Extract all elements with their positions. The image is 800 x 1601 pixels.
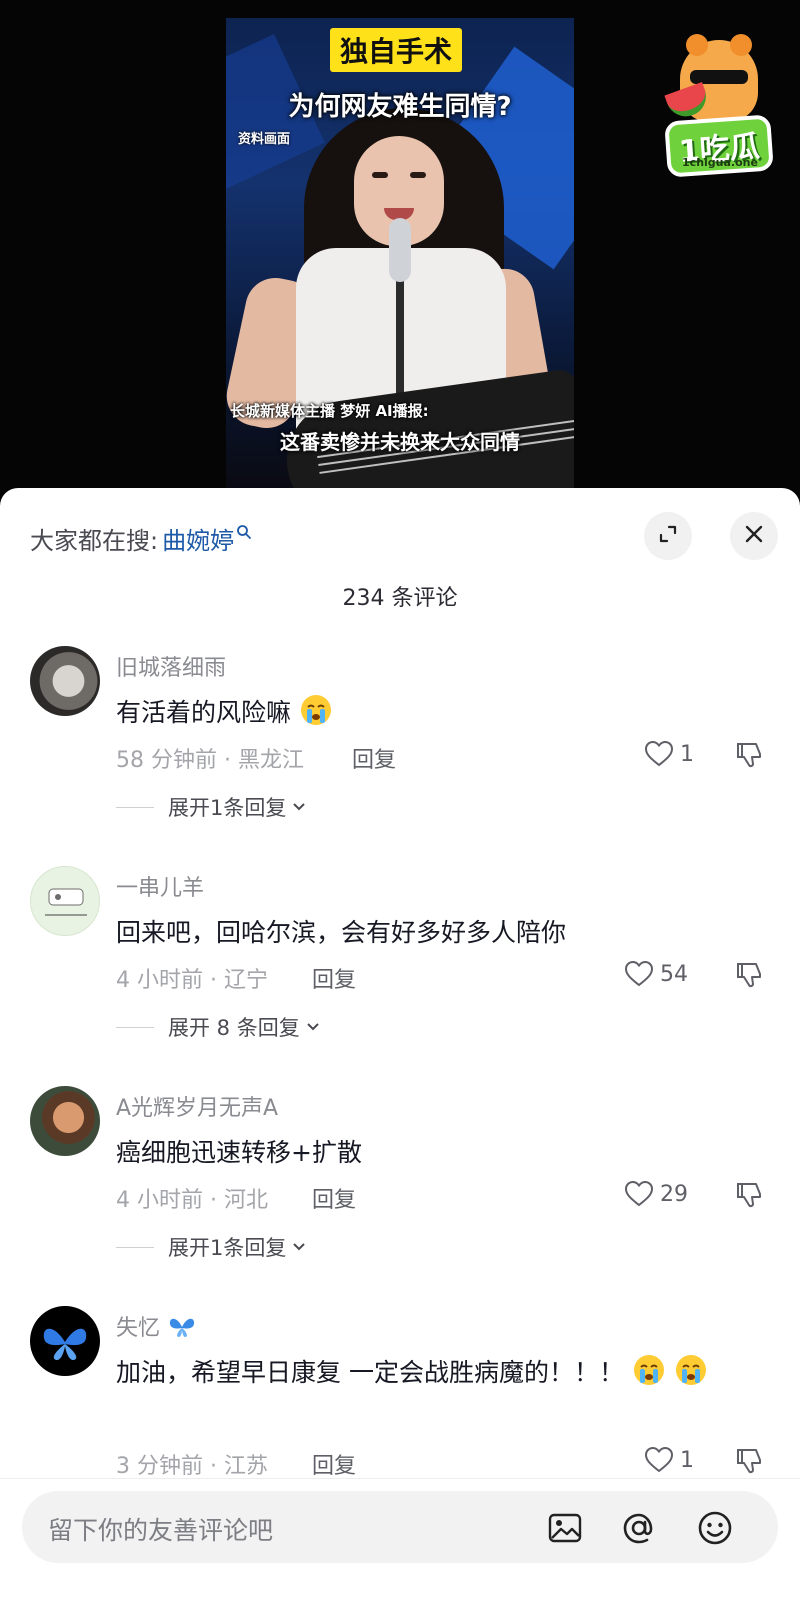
heart-icon xyxy=(644,740,674,767)
video-frame: 独自手术 为何网友难生同情? 资料画面 长城新媒体主播 梦妍 AI播报: 这番卖… xyxy=(226,18,574,488)
expand-replies[interactable]: 展开1条回复 xyxy=(116,1232,306,1262)
comment-count: 234 条评论 xyxy=(342,586,458,611)
heart-icon xyxy=(624,1180,654,1207)
fullscreen-button[interactable] xyxy=(644,512,692,560)
comment-meta: 58 分钟前 · 黑龙江 xyxy=(116,748,304,773)
chevron-down-icon xyxy=(293,803,306,811)
trending-search-label: 大家都在搜: xyxy=(30,526,159,555)
crying-emoji-icon xyxy=(300,695,331,725)
thumbs-down-icon xyxy=(737,1449,761,1474)
thumbs-down-icon xyxy=(737,743,761,768)
close-icon xyxy=(742,522,766,550)
thumbs-down-icon xyxy=(737,963,761,988)
expand-replies[interactable]: 展开1条回复 xyxy=(116,792,306,822)
comment-meta: 4 小时前 · 辽宁 xyxy=(116,968,268,993)
thumbs-down-icon xyxy=(737,1183,761,1208)
reply-button[interactable]: 回复 xyxy=(312,1182,356,1214)
expand-replies-label: 展开1条回复 xyxy=(168,1236,287,1260)
avatar[interactable] xyxy=(30,646,100,716)
fullscreen-icon xyxy=(656,522,680,550)
like-button[interactable]: 1 xyxy=(644,1446,694,1474)
expand-replies[interactable]: 展开 8 条回复 xyxy=(116,1012,320,1042)
like-count: 54 xyxy=(660,961,688,987)
comment-input-bar: 留下你的友善评论吧 xyxy=(0,1478,800,1601)
comments-sheet: 大家都在搜: 曲婉婷 234 条评论 旧城落细雨 有活着的风险嘛 58 分钟前 … xyxy=(0,488,800,1601)
comment-text: 有活着的风险嘛 xyxy=(116,690,756,736)
comment-text: 加油，希望早日康复 一定会战胜病魔的！！！ xyxy=(116,1350,756,1396)
heart-icon xyxy=(644,1446,674,1473)
comment-author[interactable]: 旧城落细雨 xyxy=(116,650,226,682)
watermelon-slice xyxy=(664,82,712,122)
crying-emoji-icon xyxy=(675,1355,706,1385)
like-button[interactable]: 29 xyxy=(624,1180,688,1208)
reply-button[interactable]: 回复 xyxy=(312,962,356,994)
caption-line2: 这番卖惨并未换来大众同情 xyxy=(280,430,520,454)
search-icon xyxy=(236,518,252,546)
like-button[interactable]: 1 xyxy=(644,740,694,768)
caption-line1: 长城新媒体主播 梦妍 AI播报: xyxy=(230,402,429,420)
butterfly-emoji-icon xyxy=(169,1318,195,1337)
avatar[interactable] xyxy=(30,866,100,936)
dislike-button[interactable] xyxy=(736,960,766,994)
video-title-sub: 为何网友难生同情? xyxy=(288,92,512,122)
heart-icon xyxy=(624,960,654,987)
like-count: 29 xyxy=(660,1181,688,1207)
at-icon[interactable] xyxy=(620,1509,658,1547)
comment-author[interactable]: 一串儿羊 xyxy=(116,870,204,902)
comment-author[interactable]: A光辉岁月无声A xyxy=(116,1090,278,1122)
source-label: 资料画面 xyxy=(238,132,291,147)
avatar[interactable] xyxy=(30,1086,100,1156)
like-button[interactable]: 54 xyxy=(624,960,688,988)
close-button[interactable] xyxy=(730,512,778,560)
like-count: 1 xyxy=(680,741,694,767)
hamster-mascot xyxy=(664,34,758,122)
reply-button[interactable]: 回复 xyxy=(352,742,396,774)
like-count: 1 xyxy=(680,1447,694,1473)
avatar[interactable] xyxy=(30,1306,100,1376)
video-title-tag: 独自手术 xyxy=(330,28,463,72)
comment-text: 癌细胞迅速转移+扩散 xyxy=(116,1138,362,1167)
chevron-down-icon xyxy=(307,1023,319,1031)
brand-logo: 1吃瓜 1chigua.one xyxy=(656,34,780,182)
expand-replies-label: 展开 8 条回复 xyxy=(168,1016,300,1040)
emoji-icon[interactable] xyxy=(696,1509,734,1547)
chevron-down-icon xyxy=(293,1243,306,1251)
comment-text: 回来吧，回哈尔滨，会有好多好多人陪你 xyxy=(116,918,567,947)
reply-button[interactable]: 回复 xyxy=(312,1448,356,1480)
comment-meta: 3 分钟前 · 江苏 xyxy=(116,1454,268,1479)
image-icon[interactable] xyxy=(546,1509,584,1547)
crying-emoji-icon xyxy=(633,1355,664,1385)
dislike-button[interactable] xyxy=(736,1180,766,1214)
comment-author[interactable]: 失忆 xyxy=(116,1310,197,1342)
dislike-button[interactable] xyxy=(736,740,766,774)
trending-search[interactable]: 大家都在搜: 曲婉婷 xyxy=(30,518,252,558)
video-player[interactable]: 独自手术 为何网友难生同情? 资料画面 长城新媒体主播 梦妍 AI播报: 这番卖… xyxy=(0,0,800,500)
logo-url: 1chigua.one xyxy=(682,156,758,169)
microphone xyxy=(389,218,411,282)
comment-input-placeholder: 留下你的友善评论吧 xyxy=(48,1516,274,1545)
comment-input[interactable]: 留下你的友善评论吧 xyxy=(22,1491,778,1563)
expand-replies-label: 展开1条回复 xyxy=(168,796,287,820)
dislike-button[interactable] xyxy=(736,1446,766,1480)
trending-search-term[interactable]: 曲婉婷 xyxy=(162,521,234,556)
comment-meta: 4 小时前 · 河北 xyxy=(116,1188,268,1213)
